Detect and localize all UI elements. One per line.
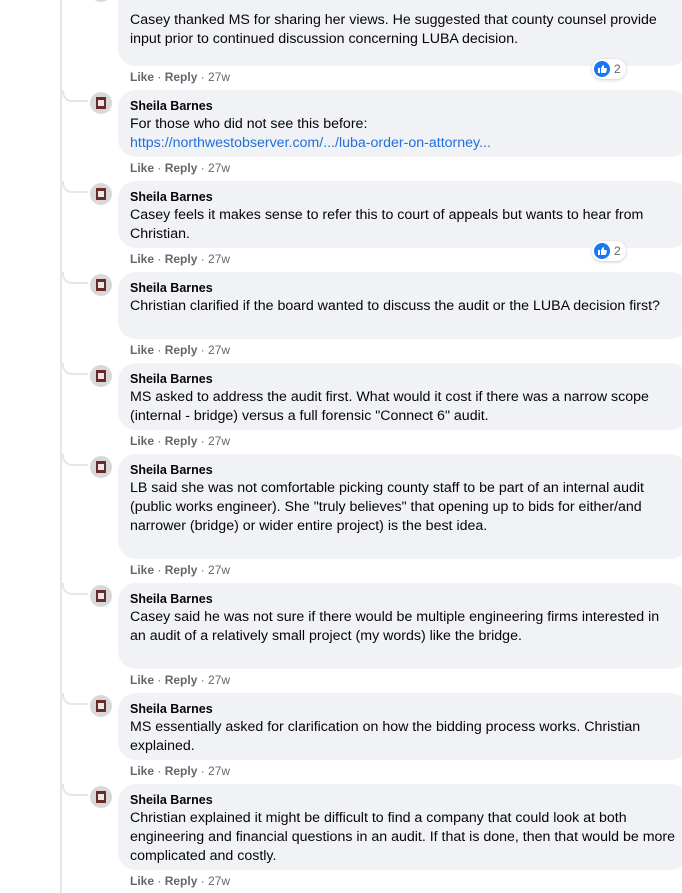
like-link[interactable]: Like: [130, 70, 154, 84]
thread-branch: [62, 454, 88, 466]
comment-text: Christian clarified if the board wanted …: [130, 298, 660, 314]
thread-branch: [62, 272, 88, 284]
timestamp[interactable]: 27w: [208, 161, 230, 175]
comment-actions: Like · Reply · 27w: [130, 70, 231, 84]
comment-author[interactable]: Sheila Barnes: [130, 701, 676, 717]
timestamp[interactable]: 27w: [208, 673, 230, 687]
comment-text: MS asked to address the audit first. Wha…: [130, 389, 649, 424]
comment-text: Casey thanked MS for sharing her views. …: [130, 12, 657, 47]
comment-author[interactable]: Sheila Barnes: [130, 462, 676, 478]
thread-branch: [62, 363, 88, 375]
avatar-icon[interactable]: [90, 786, 112, 808]
reply-link[interactable]: Reply: [165, 874, 198, 888]
timestamp[interactable]: 27w: [208, 70, 230, 84]
comment-actions: Like · Reply · 27w: [130, 161, 231, 175]
avatar-icon[interactable]: [90, 695, 112, 717]
comment-author[interactable]: Sheila Barnes: [130, 280, 676, 296]
comment-link[interactable]: https://northwestobserver.com/.../luba-o…: [130, 134, 676, 153]
comment-bubble: Sheila Barnes MS asked to address the au…: [118, 363, 682, 430]
comment-text: Casey said he was not sure if there woul…: [130, 609, 660, 644]
like-link[interactable]: Like: [130, 874, 154, 888]
comment-text: MS essentially asked for clarification o…: [130, 719, 641, 754]
reply-link[interactable]: Reply: [165, 434, 198, 448]
like-link[interactable]: Like: [130, 673, 154, 687]
thread-branch: [62, 693, 88, 705]
reply-link[interactable]: Reply: [165, 70, 198, 84]
avatar-icon[interactable]: [90, 0, 112, 2]
comment-actions: Like · Reply · 27w: [130, 764, 231, 778]
timestamp[interactable]: 27w: [208, 764, 230, 778]
timestamp[interactable]: 27w: [208, 343, 230, 357]
timestamp[interactable]: 27w: [208, 874, 230, 888]
avatar-icon[interactable]: [90, 365, 112, 387]
comment-author[interactable]: Sheila Barnes: [130, 591, 676, 607]
reply-link[interactable]: Reply: [165, 252, 198, 266]
comment-author[interactable]: Sheila Barnes: [130, 98, 676, 114]
timestamp[interactable]: 27w: [208, 563, 230, 577]
reply-link[interactable]: Reply: [165, 764, 198, 778]
comment-bubble: Sheila Barnes MS essentially asked for c…: [118, 693, 682, 760]
reaction-number: 2: [614, 244, 621, 258]
comment-actions: Like · Reply · 27w: [130, 874, 231, 888]
comment-author[interactable]: Sheila Barnes: [130, 371, 676, 387]
comment-text: LB said she was not comfortable picking …: [130, 480, 644, 534]
avatar-icon[interactable]: [90, 585, 112, 607]
comment-actions: Like · Reply · 27w: [130, 434, 231, 448]
avatar-icon[interactable]: [90, 456, 112, 478]
like-link[interactable]: Like: [130, 434, 154, 448]
comment-actions: Like · Reply · 27w: [130, 252, 231, 266]
timestamp[interactable]: 27w: [208, 434, 230, 448]
comment-author[interactable]: Sheila Barnes: [130, 189, 676, 205]
timestamp[interactable]: 27w: [208, 252, 230, 266]
comment-author[interactable]: Sheila Barnes: [130, 792, 676, 808]
reply-link[interactable]: Reply: [165, 161, 198, 175]
reply-link[interactable]: Reply: [165, 343, 198, 357]
thread-line: [60, 0, 62, 893]
comment-bubble: Sheila Barnes For those who did not see …: [118, 90, 682, 157]
like-link[interactable]: Like: [130, 161, 154, 175]
comment-text: Christian explained it might be difficul…: [130, 810, 676, 864]
like-link[interactable]: Like: [130, 252, 154, 266]
avatar-icon[interactable]: [90, 274, 112, 296]
comment-bubble: Sheila Barnes Christian clarified if the…: [118, 272, 682, 339]
like-link[interactable]: Like: [130, 343, 154, 357]
like-link[interactable]: Like: [130, 563, 154, 577]
thread-branch: [62, 90, 88, 102]
reply-link[interactable]: Reply: [165, 673, 198, 687]
comment-bubble: Sheila Barnes LB said she was not comfor…: [118, 454, 682, 559]
thread-branch: [62, 583, 88, 595]
avatar-icon[interactable]: [90, 92, 112, 114]
reaction-count[interactable]: 2: [592, 241, 626, 261]
comment-bubble: Casey thanked MS for sharing her views. …: [118, 0, 682, 66]
thread-branch: [62, 784, 88, 796]
comment-text: Casey feels it makes sense to refer this…: [130, 207, 644, 242]
reaction-count[interactable]: 2: [592, 59, 626, 79]
reaction-number: 2: [614, 62, 621, 76]
comment-bubble: Sheila Barnes Casey said he was not sure…: [118, 583, 682, 669]
reply-link[interactable]: Reply: [165, 563, 198, 577]
comment-bubble: Sheila Barnes Casey feels it makes sense…: [118, 181, 682, 248]
comment-bubble: Sheila Barnes Christian explained it mig…: [118, 784, 682, 870]
thread-branch: [62, 181, 88, 193]
like-link[interactable]: Like: [130, 764, 154, 778]
avatar-icon[interactable]: [90, 183, 112, 205]
comment-actions: Like · Reply · 27w: [130, 673, 231, 687]
like-reaction-icon: [594, 243, 610, 259]
comment-actions: Like · Reply · 27w: [130, 343, 231, 357]
like-reaction-icon: [594, 61, 610, 77]
comment-actions: Like · Reply · 27w: [130, 563, 231, 577]
comment-text: For those who did not see this before:: [130, 116, 368, 132]
